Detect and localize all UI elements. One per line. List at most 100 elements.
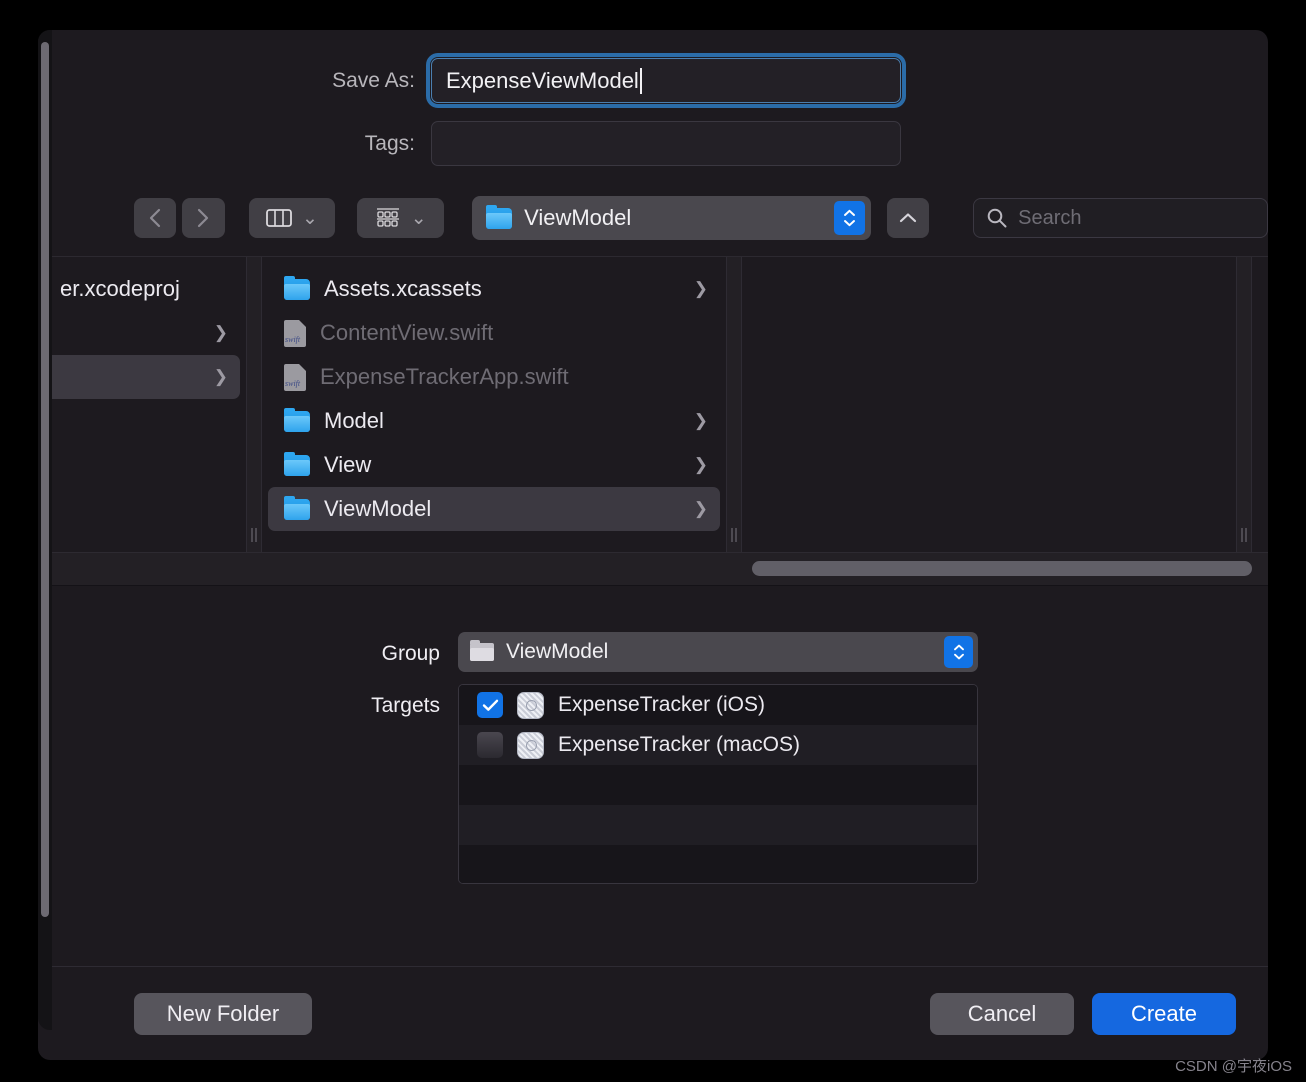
back-button[interactable] bbox=[134, 198, 177, 238]
list-item: swift ExpenseTrackerApp.swift bbox=[268, 355, 720, 399]
list-item-label: View bbox=[324, 452, 372, 477]
chevron-right-icon: ❯ bbox=[693, 411, 708, 430]
group-label: Group bbox=[381, 642, 440, 665]
save-as-input[interactable]: ExpenseViewModel bbox=[426, 53, 906, 108]
column-divider[interactable] bbox=[246, 257, 262, 552]
stepper-down-icon bbox=[843, 220, 855, 227]
column-divider[interactable] bbox=[726, 257, 742, 552]
group-by-button[interactable]: ⌄ bbox=[357, 198, 445, 238]
target-checkbox[interactable] bbox=[477, 692, 503, 718]
column-resize-grip[interactable] bbox=[251, 528, 257, 542]
list-item[interactable]: Assets.xcassets ❯ bbox=[268, 267, 720, 311]
folder-icon bbox=[470, 640, 494, 661]
target-label: ExpenseTracker (macOS) bbox=[558, 733, 800, 756]
stepper-up-icon bbox=[953, 644, 964, 651]
list-item[interactable]: View ❯ bbox=[268, 443, 720, 487]
table-row bbox=[459, 845, 977, 883]
chevron-right-icon: ❯ bbox=[693, 499, 708, 518]
chevron-down-icon: ⌄ bbox=[410, 207, 427, 229]
current-folder-name: ViewModel bbox=[524, 205, 632, 230]
save-as-label: Save As: bbox=[332, 68, 415, 92]
tags-input[interactable] bbox=[431, 121, 901, 166]
browser-column-1[interactable]: er.xcodeproj ❯ ❯ bbox=[38, 257, 246, 552]
list-item-label: ExpenseTrackerApp.swift bbox=[320, 364, 569, 389]
checkmark-icon bbox=[482, 699, 498, 711]
folder-icon bbox=[486, 204, 513, 229]
tags-label: Tags: bbox=[364, 131, 415, 155]
folder-icon bbox=[284, 275, 310, 300]
column-view-icon bbox=[266, 209, 292, 227]
search-placeholder: Search bbox=[1018, 206, 1082, 229]
list-item[interactable]: ❯ bbox=[44, 355, 240, 399]
folder-icon bbox=[284, 451, 310, 476]
column-resize-grip[interactable] bbox=[731, 528, 737, 542]
browser-horizontal-scrollbar[interactable] bbox=[38, 552, 1268, 586]
tags-row: Tags: bbox=[38, 121, 1268, 166]
save-file-dialog: Save As: ExpenseViewModel Tags: ⌄ ⌄ View… bbox=[38, 30, 1268, 1060]
chevron-right-icon: ❯ bbox=[693, 279, 708, 298]
list-item-label: Model bbox=[324, 408, 384, 433]
column-browser: er.xcodeproj ❯ ❯ Assets.xcassets ❯ swift bbox=[38, 256, 1268, 552]
stepper-up-icon bbox=[843, 209, 855, 216]
enclosing-folder-button[interactable] bbox=[886, 198, 930, 238]
cancel-button[interactable]: Cancel bbox=[930, 992, 1074, 1035]
group-value: ViewModel bbox=[506, 640, 609, 663]
list-item-label: er.xcodeproj bbox=[60, 276, 180, 301]
search-icon bbox=[987, 208, 1007, 228]
search-input[interactable]: Search bbox=[973, 198, 1268, 238]
create-button[interactable]: Create bbox=[1092, 992, 1236, 1035]
list-item: swift ContentView.swift bbox=[268, 311, 720, 355]
current-folder-dropdown[interactable]: ViewModel bbox=[472, 196, 871, 240]
text-caret bbox=[639, 67, 642, 94]
window-vertical-scrollbar-thumb[interactable] bbox=[41, 42, 49, 917]
folder-stepper[interactable] bbox=[833, 201, 865, 235]
save-form: Save As: ExpenseViewModel Tags: bbox=[38, 30, 1268, 190]
table-row[interactable]: ExpenseTracker (iOS) bbox=[459, 685, 977, 725]
target-label: ExpenseTracker (iOS) bbox=[558, 693, 765, 716]
group-row: Group ViewModel bbox=[38, 632, 1268, 672]
chevron-right-icon: ❯ bbox=[693, 455, 708, 474]
table-row bbox=[459, 765, 977, 805]
horizontal-scrollbar-thumb[interactable] bbox=[752, 561, 1252, 576]
list-item[interactable]: ViewModel ❯ bbox=[268, 487, 720, 531]
chevron-left-icon bbox=[150, 208, 161, 228]
browser-column-3[interactable] bbox=[742, 257, 1236, 552]
chevron-up-icon bbox=[899, 213, 917, 223]
list-item-label: Assets.xcassets bbox=[324, 276, 482, 301]
save-as-row: Save As: ExpenseViewModel bbox=[38, 53, 1268, 108]
chevron-right-icon: ❯ bbox=[213, 323, 228, 342]
browser-column-2[interactable]: Assets.xcassets ❯ swift ContentView.swif… bbox=[262, 257, 726, 552]
new-folder-button[interactable]: New Folder bbox=[134, 992, 312, 1035]
watermark: CSDN @宇夜iOS bbox=[1175, 1058, 1292, 1075]
group-stepper[interactable] bbox=[944, 636, 973, 668]
group-dropdown[interactable]: ViewModel bbox=[458, 632, 978, 672]
list-item[interactable]: Model ❯ bbox=[268, 399, 720, 443]
view-mode-button[interactable]: ⌄ bbox=[248, 198, 336, 238]
targets-row: Targets ExpenseTracker (iOS) ExpenseTrac… bbox=[38, 684, 1268, 884]
table-row bbox=[459, 805, 977, 845]
list-item[interactable]: er.xcodeproj bbox=[44, 267, 240, 311]
browser-toolbar: ⌄ ⌄ ViewModel Search bbox=[38, 190, 1268, 256]
chevron-right-icon: ❯ bbox=[213, 367, 228, 386]
xcode-accessory-pane: Group ViewModel Targets ExpenseTracker (… bbox=[38, 586, 1268, 966]
list-item-label: ContentView.swift bbox=[320, 320, 494, 345]
column-resize-grip[interactable] bbox=[1241, 528, 1247, 542]
column-divider[interactable] bbox=[1236, 257, 1252, 552]
chevron-down-icon: ⌄ bbox=[302, 207, 318, 229]
target-checkbox[interactable] bbox=[477, 732, 503, 758]
table-row[interactable]: ExpenseTracker (macOS) bbox=[459, 725, 977, 765]
stepper-down-icon bbox=[953, 653, 964, 660]
list-item[interactable]: ❯ bbox=[44, 311, 240, 355]
folder-icon bbox=[284, 495, 310, 520]
app-target-icon bbox=[517, 691, 544, 719]
swift-file-icon: swift bbox=[284, 319, 306, 347]
save-as-value: ExpenseViewModel bbox=[446, 67, 639, 93]
swift-file-icon: swift bbox=[284, 363, 306, 391]
app-target-icon bbox=[517, 731, 544, 759]
forward-button[interactable] bbox=[182, 198, 225, 238]
targets-list[interactable]: ExpenseTracker (iOS) ExpenseTracker (mac… bbox=[458, 684, 978, 884]
chevron-right-icon bbox=[198, 208, 209, 228]
targets-label: Targets bbox=[371, 694, 440, 717]
dialog-footer: New Folder Cancel Create bbox=[38, 966, 1268, 1060]
folder-icon bbox=[284, 407, 310, 432]
